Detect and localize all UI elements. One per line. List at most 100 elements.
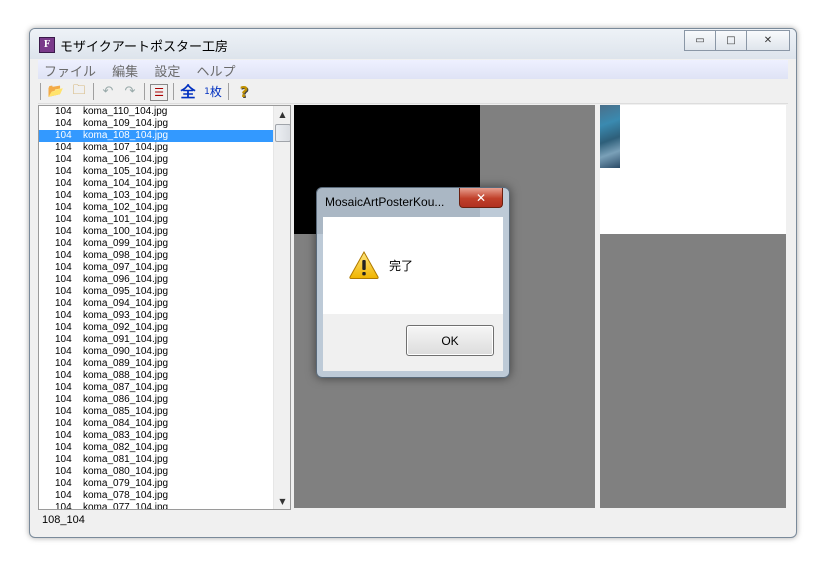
list-item[interactable]: 104 koma_095_104.jpg <box>39 286 273 298</box>
dialog-message: 完了 <box>389 259 414 273</box>
list-item[interactable]: 104 koma_104_104.jpg <box>39 178 273 190</box>
vertical-scrollbar[interactable]: ▲ ▼ <box>273 106 290 509</box>
list-item-number: 104 <box>55 250 72 261</box>
toolbar-separator <box>228 83 229 100</box>
mosaic-tile-image <box>600 105 620 168</box>
list-item-filename: koma_108_104.jpg <box>83 130 169 141</box>
list-item[interactable]: 104 koma_099_104.jpg <box>39 238 273 250</box>
list-item[interactable]: 104 koma_084_104.jpg <box>39 418 273 430</box>
scroll-up-button[interactable]: ▲ <box>274 106 290 122</box>
file-list[interactable]: 104 koma_110_104.jpg 104 koma_109_104.jpg 10… <box>39 106 273 510</box>
list-item[interactable]: 104 koma_086_104.jpg <box>39 394 273 406</box>
list-item-number: 104 <box>55 286 72 297</box>
list-item-number: 104 <box>55 238 72 249</box>
redo-icon: ↷ <box>124 84 136 99</box>
close-icon: ✕ <box>475 190 487 205</box>
close-button[interactable]: ✕ <box>746 30 790 51</box>
list-item-filename: koma_103_104.jpg <box>83 190 169 201</box>
show-one-button[interactable]: 1枚 <box>201 82 225 101</box>
dialog-title: MosaicArtPosterKou... <box>325 195 445 209</box>
redo-button[interactable]: ↷ <box>120 82 140 101</box>
list-item[interactable]: 104 koma_092_104.jpg <box>39 322 273 334</box>
scroll-down-button[interactable]: ▼ <box>274 493 290 509</box>
list-item-number: 104 <box>55 178 72 189</box>
list-item[interactable]: 104 koma_083_104.jpg <box>39 430 273 442</box>
show-all-button[interactable]: 全 <box>178 82 198 101</box>
list-item-filename: koma_102_104.jpg <box>83 202 169 213</box>
scroll-thumb[interactable] <box>275 124 290 142</box>
maximize-icon: □ <box>726 35 736 46</box>
list-item-filename: koma_088_104.jpg <box>83 370 169 381</box>
list-item[interactable]: 104 koma_105_104.jpg <box>39 166 273 178</box>
list-item-filename: koma_105_104.jpg <box>83 166 169 177</box>
list-item-number: 104 <box>55 322 72 333</box>
list-item-number: 104 <box>55 310 72 321</box>
scroll-up-icon: ▲ <box>279 109 286 119</box>
list-item[interactable]: 104 koma_096_104.jpg <box>39 274 273 286</box>
list-item[interactable]: 104 koma_085_104.jpg <box>39 406 273 418</box>
new-folder-button[interactable]: 🗀 <box>69 82 89 101</box>
list-view-button[interactable]: ☰ <box>150 84 168 101</box>
app-icon: F <box>39 37 55 53</box>
list-item[interactable]: 104 koma_097_104.jpg <box>39 262 273 274</box>
list-item-filename: koma_092_104.jpg <box>83 322 169 333</box>
list-item-filename: koma_091_104.jpg <box>83 334 169 345</box>
list-item[interactable]: 104 koma_087_104.jpg <box>39 382 273 394</box>
menu-help[interactable]: ヘルプ <box>190 60 241 80</box>
list-item[interactable]: 104 koma_098_104.jpg <box>39 250 273 262</box>
open-file-button[interactable]: 📂 <box>46 82 66 101</box>
dialog-footer: OK <box>323 314 503 371</box>
list-item-number: 104 <box>55 418 72 429</box>
list-item[interactable]: 104 koma_093_104.jpg <box>39 310 273 322</box>
list-item[interactable]: 104 koma_078_104.jpg <box>39 490 273 502</box>
list-item-number: 104 <box>55 430 72 441</box>
menu-settings[interactable]: 設定 <box>148 60 186 80</box>
undo-button[interactable]: ↶ <box>98 82 118 101</box>
list-item[interactable]: 104 koma_094_104.jpg <box>39 298 273 310</box>
list-item-filename: koma_100_104.jpg <box>83 226 169 237</box>
list-item-number: 104 <box>55 226 72 237</box>
list-item[interactable]: 104 koma_080_104.jpg <box>39 466 273 478</box>
ok-button[interactable]: OK <box>406 325 494 356</box>
list-item[interactable]: 104 koma_107_104.jpg <box>39 142 273 154</box>
list-item-filename: koma_109_104.jpg <box>83 118 169 129</box>
list-item-number: 104 <box>55 214 72 225</box>
list-item[interactable]: 104 koma_110_104.jpg <box>39 106 273 118</box>
title-bar[interactable]: F モザイクアートポスター工房 ▭ □ ✕ <box>30 29 796 59</box>
list-item-filename: koma_085_104.jpg <box>83 406 169 417</box>
minimize-button[interactable]: ▭ <box>684 30 716 51</box>
list-item-filename: koma_084_104.jpg <box>83 418 169 429</box>
menu-edit[interactable]: 編集 <box>106 60 144 80</box>
list-item[interactable]: 104 koma_089_104.jpg <box>39 358 273 370</box>
dialog-close-button[interactable]: ✕ <box>459 188 503 208</box>
help-button[interactable]: ? <box>234 82 254 101</box>
list-item[interactable]: 104 koma_100_104.jpg <box>39 226 273 238</box>
list-item[interactable]: 104 koma_091_104.jpg <box>39 334 273 346</box>
list-item[interactable]: 104 koma_103_104.jpg <box>39 190 273 202</box>
list-item[interactable]: 104 koma_082_104.jpg <box>39 442 273 454</box>
list-item[interactable]: 104 koma_102_104.jpg <box>39 202 273 214</box>
list-item[interactable]: 104 koma_088_104.jpg <box>39 370 273 382</box>
list-item[interactable]: 104 koma_108_104.jpg <box>39 130 273 142</box>
list-item[interactable]: 104 koma_079_104.jpg <box>39 478 273 490</box>
list-item-filename: koma_093_104.jpg <box>83 310 169 321</box>
list-item[interactable]: 104 koma_077_104.jpg <box>39 502 273 510</box>
list-item-filename: koma_104_104.jpg <box>83 178 169 189</box>
list-item[interactable]: 104 koma_101_104.jpg <box>39 214 273 226</box>
list-item[interactable]: 104 koma_106_104.jpg <box>39 154 273 166</box>
list-item-number: 104 <box>55 262 72 273</box>
toolbar-separator <box>144 83 145 100</box>
maximize-button[interactable]: □ <box>715 30 747 51</box>
list-item-filename: koma_098_104.jpg <box>83 250 169 261</box>
message-dialog: MosaicArtPosterKou... ✕ 完了 OK <box>316 187 510 378</box>
list-item-filename: koma_077_104.jpg <box>83 502 169 510</box>
toolbar: 📂 🗀 ↶ ↷ ☰ 全 1枚 ? <box>38 80 788 104</box>
menu-file[interactable]: ファイル <box>38 60 102 80</box>
list-item-filename: koma_106_104.jpg <box>83 154 169 165</box>
status-bar: 108_104 <box>38 511 788 531</box>
menu-bar: ファイル 編集 設定 ヘルプ <box>38 60 788 80</box>
list-item[interactable]: 104 koma_090_104.jpg <box>39 346 273 358</box>
list-item[interactable]: 104 koma_109_104.jpg <box>39 118 273 130</box>
list-item[interactable]: 104 koma_081_104.jpg <box>39 454 273 466</box>
list-item-number: 104 <box>55 130 72 141</box>
